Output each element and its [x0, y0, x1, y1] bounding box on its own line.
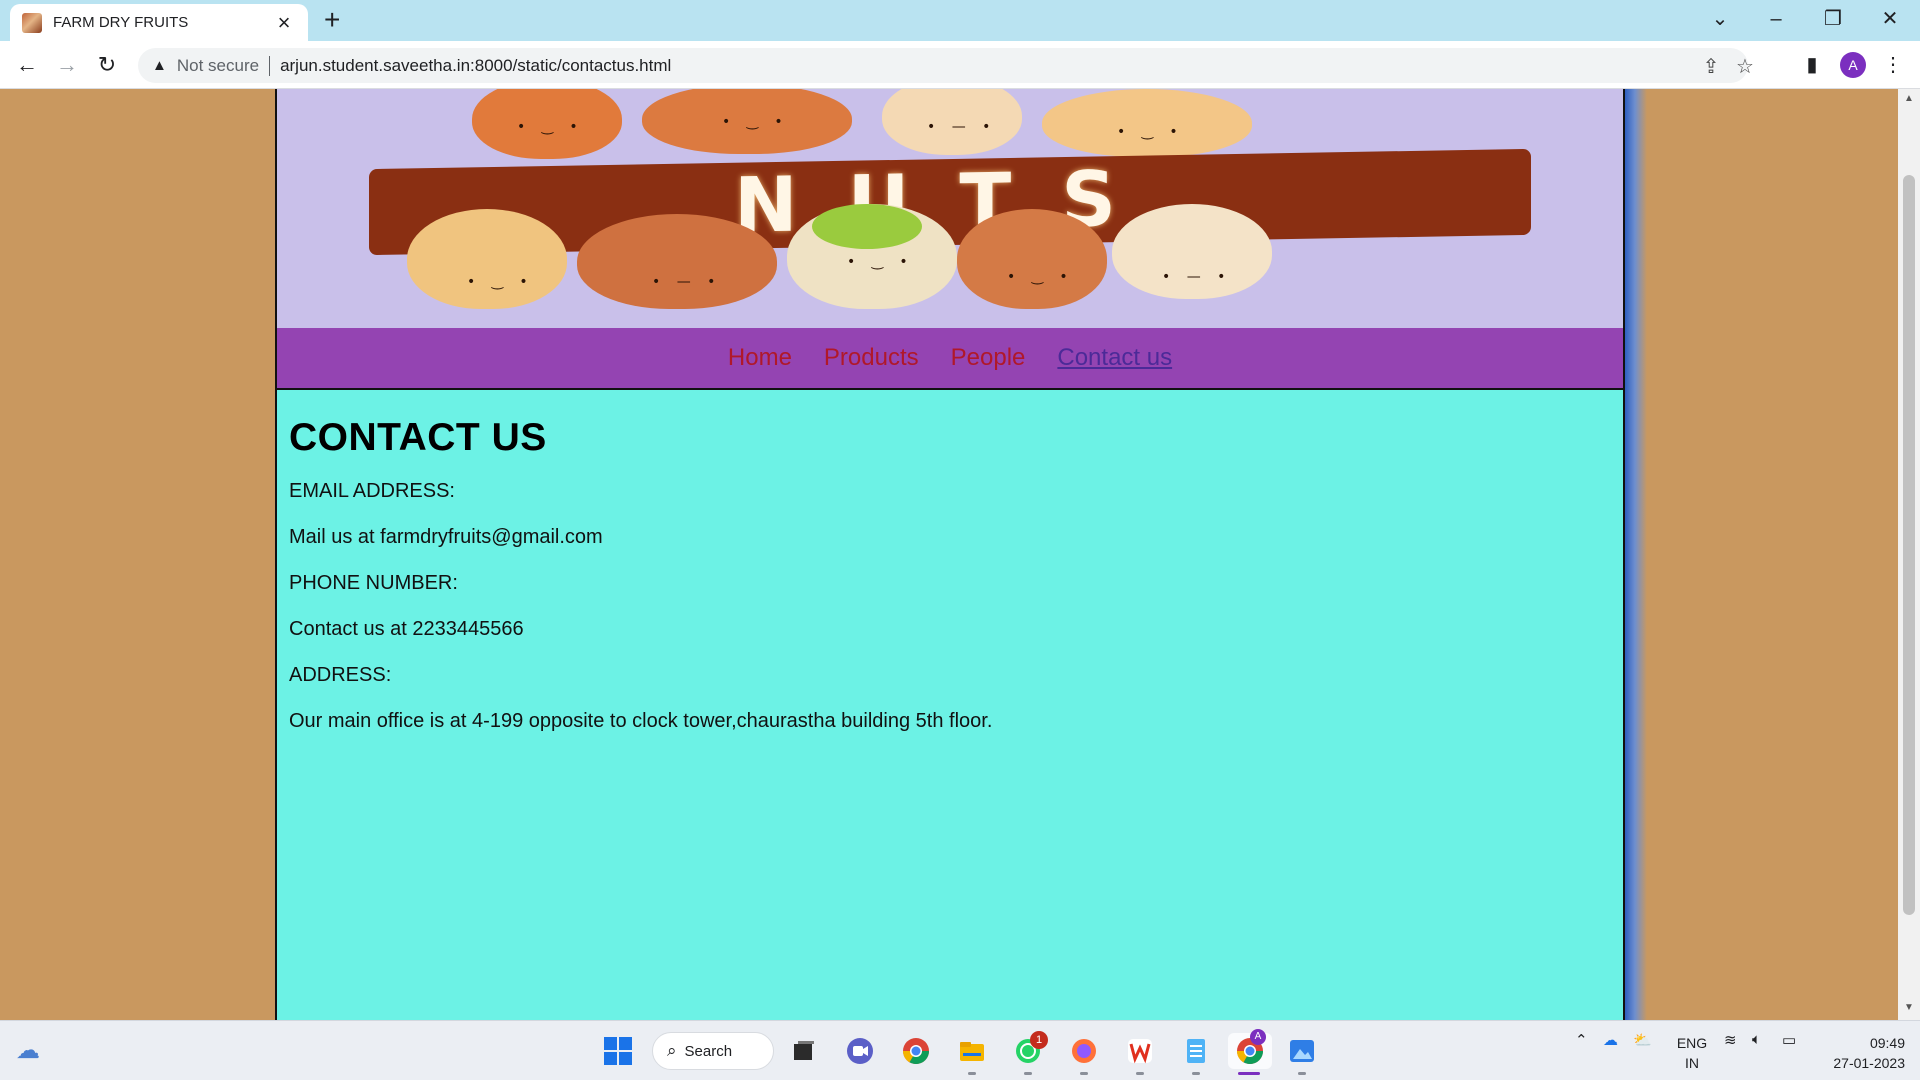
volume-icon[interactable]: 🔈︎: [1752, 1031, 1761, 1048]
tab-close-icon[interactable]: ×: [272, 11, 296, 34]
close-window-icon[interactable]: ✕: [1870, 4, 1910, 34]
site-favicon-icon: [22, 12, 42, 33]
address-text: Our main office is at 4-199 opposite to …: [289, 710, 993, 732]
nut-face-icon: • — •: [652, 274, 722, 290]
language-code: ENG: [1676, 1035, 1708, 1051]
whatsapp-notification-badge: 1: [1030, 1031, 1048, 1049]
app-running-indicator: [1136, 1072, 1144, 1075]
scroll-down-arrow-icon[interactable]: ▼: [1898, 1002, 1920, 1013]
app-running-indicator: [1024, 1072, 1032, 1075]
pistachio-kernel-illustration: [812, 204, 922, 249]
share-icon[interactable]: ⇪: [1698, 54, 1724, 79]
tab-search-chevron-icon[interactable]: ⌄: [1700, 4, 1740, 34]
notepad-icon[interactable]: [1178, 1033, 1214, 1069]
browser-menu-icon[interactable]: ⋮: [1877, 49, 1909, 81]
nut-face-icon: • ‿ •: [1117, 124, 1184, 140]
app-running-indicator: [968, 1072, 976, 1075]
restore-window-icon[interactable]: ❐: [1813, 4, 1853, 34]
page-container: NUTS • ‿ • • ‿ • • — • • ‿ • • ‿ • • — •…: [275, 89, 1625, 1020]
email-label: EMAIL ADDRESS:: [289, 480, 455, 502]
page-title: CONTACT US: [289, 416, 547, 459]
input-language[interactable]: ENG IN: [1672, 1033, 1712, 1073]
nut-face-icon: • ‿ •: [847, 254, 914, 270]
nav-link-home[interactable]: Home: [728, 344, 792, 372]
app-running-indicator: [1298, 1072, 1306, 1075]
nut-face-icon: • ‿ •: [1007, 269, 1074, 285]
address-bar[interactable]: ▲ Not secure arjun.student.saveetha.in:8…: [138, 48, 1754, 83]
url-text[interactable]: arjun.student.saveetha.in:8000/static/co…: [280, 56, 671, 76]
search-icon: ⌕: [667, 1041, 677, 1060]
browser-tab-strip: FARM DRY FRUITS × + ⌄ – ❐ ✕: [0, 0, 1920, 41]
cashew-illustration: [1042, 89, 1252, 157]
phone-label: PHONE NUMBER:: [289, 572, 458, 594]
photos-icon[interactable]: [1284, 1033, 1320, 1069]
nuts-banner-image: NUTS • ‿ • • ‿ • • — • • ‿ • • ‿ • • — •…: [277, 89, 1623, 328]
container-shadow: [1625, 89, 1647, 1020]
forward-arrow-icon[interactable]: →: [51, 49, 83, 81]
chestnut-illustration: [957, 209, 1107, 309]
wps-office-icon[interactable]: [1122, 1033, 1158, 1069]
weather-widget-icon[interactable]: ☁: [10, 1033, 46, 1069]
tab-title: FARM DRY FRUITS: [53, 14, 189, 31]
nut-face-icon: • ‿ •: [517, 119, 584, 135]
reload-icon[interactable]: ↻: [91, 49, 123, 81]
browser-tab[interactable]: FARM DRY FRUITS ×: [10, 4, 308, 41]
app-active-indicator: [1238, 1072, 1260, 1075]
clock-date: 27-01-2023: [1833, 1055, 1905, 1071]
side-panel-icon[interactable]: ▮: [1796, 49, 1828, 81]
nut-face-icon: • ‿ •: [467, 274, 534, 290]
address-label: ADDRESS:: [289, 664, 392, 686]
region-code: IN: [1685, 1055, 1699, 1071]
nav-link-contact-us[interactable]: Contact us: [1057, 344, 1172, 372]
nut-face-icon: • — •: [927, 119, 997, 135]
clock-time: 09:49: [1869, 1035, 1905, 1051]
network-status-icon[interactable]: ⛅: [1633, 1031, 1652, 1049]
page-viewport: NUTS • ‿ • • ‿ • • — • • ‿ • • ‿ • • — •…: [0, 89, 1920, 1020]
app-running-indicator: [1080, 1072, 1088, 1075]
security-status[interactable]: Not secure: [177, 56, 259, 76]
back-arrow-icon[interactable]: ←: [11, 49, 43, 81]
omnibox-divider: [269, 55, 271, 76]
system-clock[interactable]: 09:49 27-01-2023: [1815, 1033, 1905, 1073]
bookmark-star-icon[interactable]: ☆: [1732, 54, 1758, 79]
nut-face-icon: • — •: [1162, 269, 1232, 285]
scrollbar-thumb[interactable]: [1903, 175, 1915, 915]
firefox-icon[interactable]: [1066, 1033, 1102, 1069]
phone-text: Contact us at 2233445566: [289, 618, 524, 640]
email-text: Mail us at farmdryfruits@gmail.com: [289, 526, 603, 548]
hazelnut-illustration: [577, 214, 777, 309]
contact-content: CONTACT US EMAIL ADDRESS: Mail us at far…: [277, 390, 1623, 1020]
profile-avatar[interactable]: A: [1840, 52, 1866, 78]
taskbar-search[interactable]: ⌕ Search: [652, 1032, 774, 1070]
chrome-icon[interactable]: [898, 1033, 934, 1069]
minimize-window-icon[interactable]: –: [1756, 4, 1796, 34]
taskbar-search-label: Search: [684, 1042, 733, 1060]
task-view-icon[interactable]: [786, 1033, 822, 1069]
file-explorer-icon[interactable]: [954, 1033, 990, 1069]
battery-icon[interactable]: ▭: [1782, 1031, 1796, 1049]
scroll-up-arrow-icon[interactable]: ▲: [1898, 93, 1920, 104]
wifi-icon[interactable]: ≋: [1724, 1031, 1737, 1049]
page-scrollbar[interactable]: ▲ ▼: [1898, 89, 1920, 1020]
nav-link-products[interactable]: Products: [824, 344, 919, 372]
nut-face-icon: • ‿ •: [722, 114, 789, 130]
site-navbar: Home Products People Contact us: [277, 328, 1623, 390]
tray-overflow-chevron-icon[interactable]: ⌃: [1575, 1031, 1588, 1049]
app-running-indicator: [1192, 1072, 1200, 1075]
nav-link-people[interactable]: People: [951, 344, 1026, 372]
new-tab-button[interactable]: +: [324, 5, 340, 35]
peanut-illustration: [407, 209, 567, 309]
chrome-profile-badge: A: [1250, 1029, 1266, 1045]
windows-taskbar: ☁ ⌕ Search 1 A ⌃ ☁ ⛅ ENG IN ≋ 🔈︎ ▭ 09:49…: [0, 1020, 1920, 1080]
browser-toolbar: ← → ↻ ▲ Not secure arjun.student.saveeth…: [0, 41, 1920, 89]
windows-start-icon[interactable]: [600, 1033, 636, 1069]
onedrive-cloud-icon[interactable]: ☁: [1603, 1031, 1618, 1049]
warning-triangle-icon: ▲: [152, 57, 167, 74]
meet-icon[interactable]: [842, 1033, 878, 1069]
